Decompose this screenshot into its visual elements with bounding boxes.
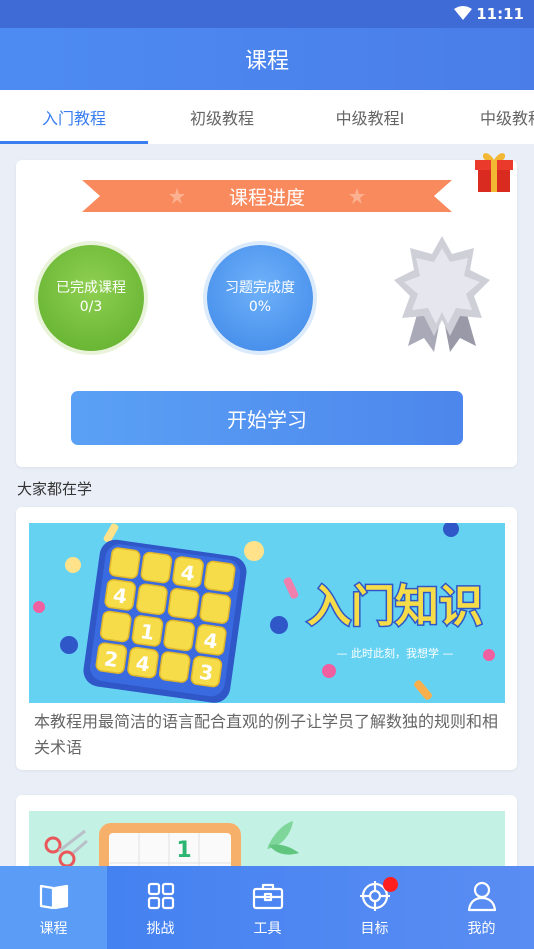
grid-icon xyxy=(147,882,175,910)
page-title: 课程 xyxy=(244,49,289,74)
book-icon xyxy=(39,884,69,910)
nav-label: 工具 xyxy=(253,921,282,937)
tab-intermediate-1[interactable]: 中级教程I xyxy=(296,90,444,144)
completed-courses-label: 已完成课程 xyxy=(56,280,126,296)
exercise-completion-value: 0% xyxy=(248,299,272,315)
section-title: 大家都在学 xyxy=(17,480,93,498)
start-learning-button[interactable]: 开始学习 xyxy=(71,391,463,445)
nav-label: 目标 xyxy=(360,921,389,937)
tab-label: 入门教程 xyxy=(41,109,106,128)
status-bar: 11:11 xyxy=(0,0,534,28)
tab-label: 中级教程I xyxy=(335,109,405,128)
tab-intermediate[interactable]: 中级教程 xyxy=(444,90,534,144)
banner-title: 入门知识 xyxy=(307,581,483,632)
completed-courses-circle: 已完成课程 0/3 xyxy=(38,245,144,351)
completed-courses-value: 0/3 xyxy=(79,299,103,315)
tab-active-indicator xyxy=(0,141,148,144)
toolbox-icon xyxy=(252,883,284,910)
nav-challenge[interactable]: 挑战 xyxy=(107,866,214,949)
medal-icon xyxy=(394,236,490,352)
exercise-completion-circle: 习题完成度 0% xyxy=(207,245,313,351)
nav-goals[interactable]: 目标 xyxy=(321,866,428,949)
banner-digit: 1 xyxy=(176,838,191,863)
course-tabs: 入门教程 初级教程 中级教程I 中级教程 xyxy=(0,90,534,144)
app-bar: 课程 xyxy=(0,28,534,90)
course-card[interactable]: 4 4 1 4 2 4 3 入门知识 — 此时此刻，我想学 — 本教程用最简洁的… xyxy=(16,507,517,770)
nav-label: 我的 xyxy=(467,921,496,937)
nav-label: 挑战 xyxy=(146,921,175,937)
notification-badge xyxy=(383,877,398,892)
bottom-nav: 课程 挑战 工具 目标 我的 xyxy=(0,866,534,949)
nav-courses[interactable]: 课程 xyxy=(0,866,107,949)
nav-tools[interactable]: 工具 xyxy=(214,866,321,949)
gift-icon[interactable] xyxy=(473,148,515,194)
tab-beginner[interactable]: 入门教程 xyxy=(0,90,148,144)
course-description: 本教程用最简洁的语言配合直观的例子让学员了解数独的规则和相关术语 xyxy=(34,712,499,757)
nav-profile[interactable]: 我的 xyxy=(428,866,534,949)
tab-label: 中级教程 xyxy=(480,109,534,128)
exercise-completion-label: 习题完成度 xyxy=(225,280,295,296)
tab-elementary[interactable]: 初级教程 xyxy=(148,90,296,144)
user-icon xyxy=(467,881,497,912)
progress-card: 课程进度 已完成课程 0/3 习题完成度 0% 开始学习 xyxy=(16,153,517,467)
banner-artwork: 4 4 1 4 2 4 3 入门知识 — 此时此刻，我想学 — xyxy=(33,523,495,703)
course-banner[interactable]: 4 4 1 4 2 4 3 入门知识 — 此时此刻，我想学 — xyxy=(29,523,505,703)
nav-label: 课程 xyxy=(39,921,68,937)
wifi-icon xyxy=(454,6,472,20)
status-time: 11:11 xyxy=(476,5,524,23)
tab-label: 初级教程 xyxy=(189,109,254,128)
progress-title: 课程进度 xyxy=(228,186,305,209)
banner-subtitle: — 此时此刻，我想学 — xyxy=(337,646,454,660)
